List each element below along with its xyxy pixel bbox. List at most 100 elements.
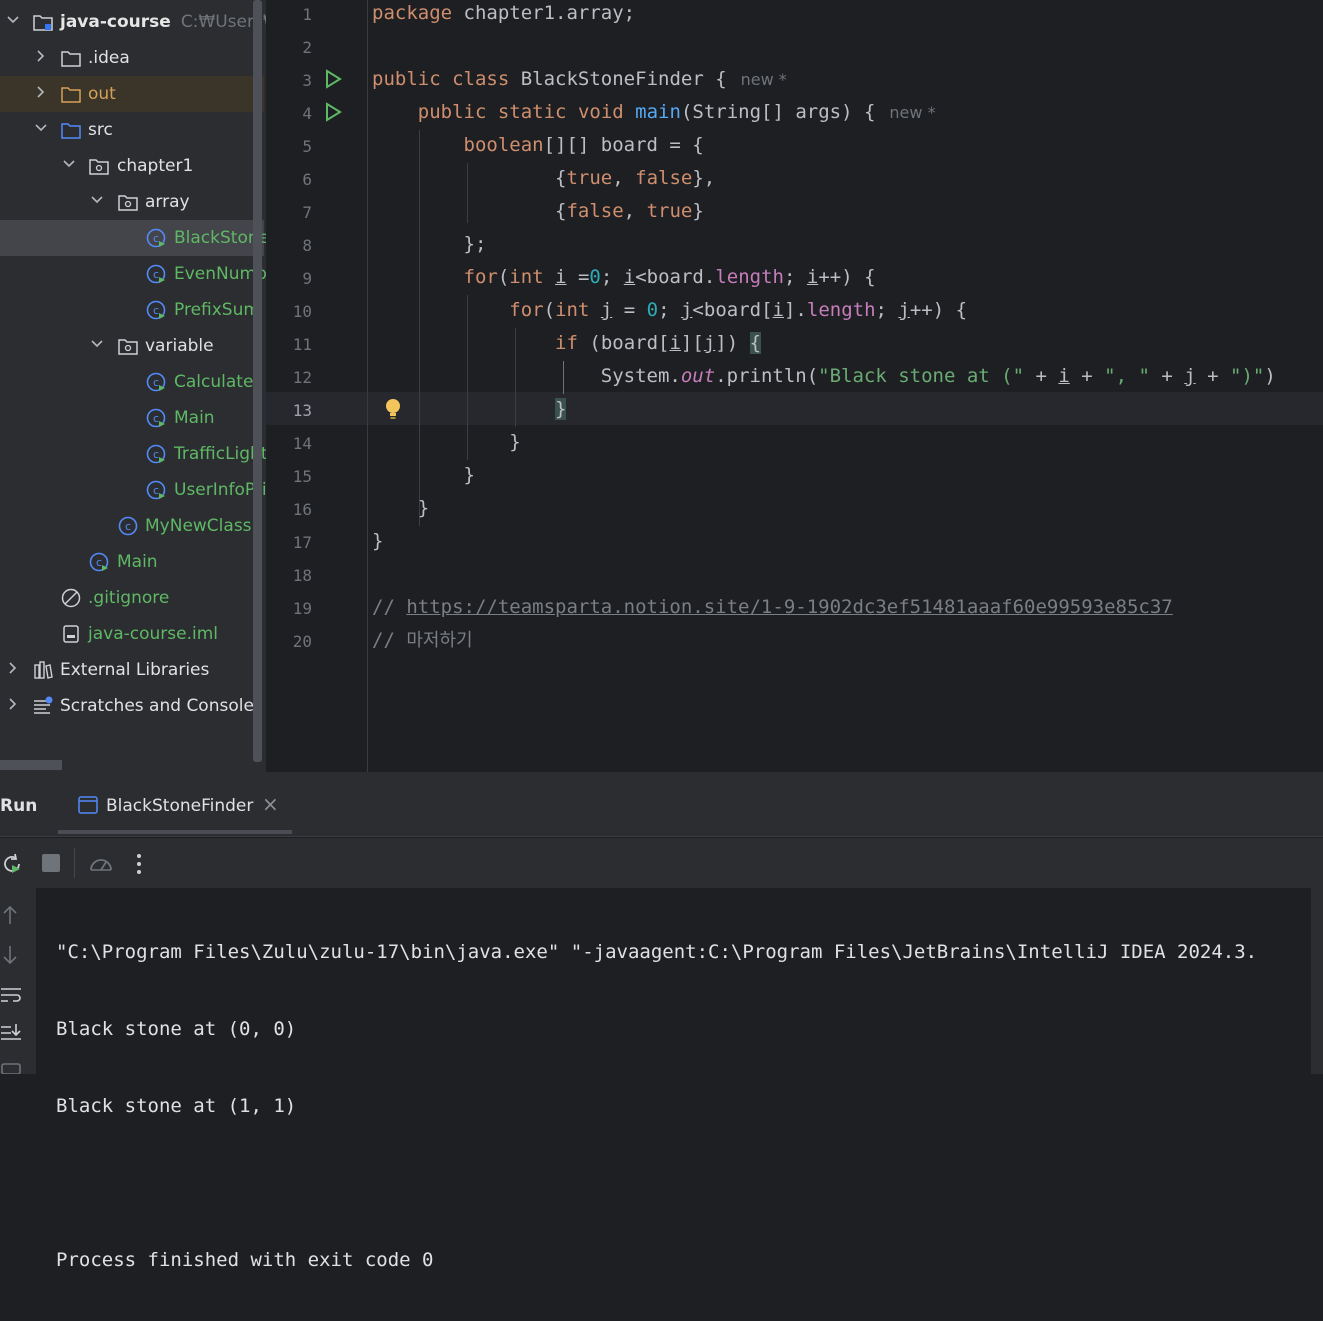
project-panel: java-courseC:₩Users₩8 .idea out src chap… — [0, 0, 266, 772]
java-class-run-icon: c — [146, 408, 166, 428]
svg-text:c: c — [96, 556, 102, 569]
rerun-icon[interactable] — [0, 852, 24, 876]
svg-text:c: c — [153, 232, 159, 245]
code-line-8: }; — [463, 233, 487, 255]
line-number: 10 — [292, 302, 312, 321]
tree-item-calculate[interactable]: c Calculate — [0, 364, 264, 400]
code-line-12: System.out.println("Black stone at (" + … — [600, 365, 1276, 387]
tree-item-label: java-course.iml — [88, 624, 218, 644]
module-folder-icon — [33, 15, 53, 31]
line-number: 15 — [292, 467, 312, 486]
tree-item-label: chapter1 — [117, 156, 194, 176]
tree-item-label: Calculate — [174, 372, 254, 392]
java-class-run-icon: c — [146, 264, 166, 284]
tree-item-idea[interactable]: .idea — [0, 40, 264, 76]
project-vertical-scrollbar[interactable] — [253, 0, 262, 762]
close-icon[interactable]: × — [262, 792, 279, 816]
code-line-13: } — [555, 398, 567, 420]
line-number: 18 — [292, 566, 312, 585]
line-number: 8 — [302, 236, 312, 255]
run-class-icon[interactable] — [322, 68, 344, 90]
tree-item-variable[interactable]: variable — [0, 328, 264, 364]
line-number: 5 — [302, 137, 312, 156]
soft-wrap-icon[interactable] — [0, 984, 22, 1006]
java-class-icon: c — [118, 516, 138, 536]
console-line: Process finished with exit code 0 — [56, 1249, 434, 1271]
chevron-down-icon[interactable] — [62, 157, 76, 171]
run-tab-label: BlackStoneFinder — [106, 796, 254, 816]
run-tool-window: Run BlackStoneFinder × "C:\Program Files… — [0, 772, 1323, 1271]
chevron-right-icon[interactable] — [34, 49, 48, 63]
arrow-down-icon[interactable] — [0, 944, 20, 966]
module-file-icon — [63, 625, 79, 643]
run-main-icon[interactable] — [322, 101, 344, 123]
tree-item-blackstonefinder[interactable]: c BlackStone — [0, 220, 266, 256]
package-icon — [118, 195, 138, 211]
tree-root-java-course[interactable]: java-courseC:₩Users₩8 — [0, 4, 266, 40]
ignored-file-icon — [61, 588, 81, 608]
console-line: "C:\Program Files\Zulu\zulu-17\bin\java.… — [56, 941, 1258, 963]
arrow-up-icon[interactable] — [0, 904, 20, 926]
tree-item-main-variable[interactable]: c Main — [0, 400, 264, 436]
tree-item-userinfoprinter[interactable]: c UserInfoPri — [0, 472, 266, 508]
tree-item-evennumber[interactable]: c EvenNumb — [0, 256, 266, 292]
chevron-down-icon[interactable] — [90, 193, 104, 207]
tree-item-prefixsum[interactable]: c PrefixSum — [0, 292, 264, 328]
stop-icon[interactable] — [40, 852, 62, 874]
console-scrollbar[interactable] — [1311, 888, 1323, 1074]
project-horizontal-scrollbar[interactable] — [0, 760, 62, 770]
chevron-down-icon[interactable] — [90, 337, 104, 351]
line-number: 6 — [302, 170, 312, 189]
comment-link[interactable]: https://teamsparta.notion.site/1-9-1902d… — [406, 596, 1172, 618]
svg-text:c: c — [153, 412, 159, 425]
console-output[interactable]: "C:\Program Files\Zulu\zulu-17\bin\java.… — [56, 892, 1311, 1321]
code-editor[interactable]: 1 2 3 4 5 6 7 8 9 10 11 12 13 14 15 16 1… — [266, 0, 1323, 772]
java-class-run-icon: c — [89, 552, 109, 572]
chevron-right-icon[interactable] — [34, 85, 48, 99]
chevron-down-icon[interactable] — [6, 13, 20, 27]
scroll-to-end-icon[interactable] — [0, 1022, 22, 1044]
run-tab-blackstonefinder[interactable]: BlackStoneFinder × — [58, 772, 292, 834]
run-header: Run BlackStoneFinder × — [0, 772, 1323, 837]
tree-item-array[interactable]: array — [0, 184, 264, 220]
tree-item-label: PrefixSum — [174, 300, 260, 320]
tree-item-label: Main — [174, 408, 215, 428]
line-number-current: 13 — [292, 401, 312, 420]
print-icon[interactable] — [0, 1060, 22, 1074]
tree-item-scratches[interactable]: Scratches and Consoles — [0, 688, 264, 724]
code-line-4: public static void main(String[] args) {… — [417, 101, 936, 123]
code-line-11: if (board[i][j]) { — [555, 332, 762, 354]
line-number: 16 — [292, 500, 312, 519]
tree-item-label: External Libraries — [60, 660, 210, 680]
tree-item-gitignore[interactable]: .gitignore — [0, 580, 264, 616]
tree-item-src[interactable]: src — [0, 112, 264, 148]
gutter-divider — [367, 0, 368, 772]
tree-item-label: out — [88, 84, 116, 104]
chevron-right-icon[interactable] — [6, 661, 20, 675]
tree-root-label: java-courseC:₩Users₩8 — [60, 11, 266, 33]
tree-item-external-libraries[interactable]: External Libraries — [0, 652, 264, 688]
code-line-9: for(int i =0; i<board.length; i++) { — [463, 266, 876, 288]
folder-icon — [61, 51, 81, 67]
tree-item-label: Scratches and Consoles — [60, 696, 263, 716]
chevron-down-icon[interactable] — [34, 121, 48, 135]
chevron-right-icon[interactable] — [6, 697, 20, 711]
more-options-icon[interactable] — [130, 852, 148, 876]
svg-text:c: c — [153, 268, 159, 281]
package-icon — [89, 159, 109, 175]
tree-item-main-chapter1[interactable]: c Main — [0, 544, 264, 580]
line-number: 3 — [302, 71, 312, 90]
tree-item-chapter1[interactable]: chapter1 — [0, 148, 264, 184]
line-number: 1 — [302, 5, 312, 24]
line-number: 19 — [292, 599, 312, 618]
console-side-toolbar — [0, 888, 36, 1074]
tree-item-trafficlight[interactable]: c TrafficLight — [0, 436, 266, 472]
tree-item-iml[interactable]: java-course.iml — [0, 616, 264, 652]
new-file-hint: new * — [740, 70, 787, 89]
tree-item-out[interactable]: out — [0, 76, 264, 112]
code-line-1: package chapter1.array; — [372, 2, 636, 24]
tree-item-mynewclass[interactable]: c MyNewClass — [0, 508, 264, 544]
profiler-icon[interactable] — [88, 852, 114, 876]
code-line-7: {false, true} — [372, 200, 704, 222]
